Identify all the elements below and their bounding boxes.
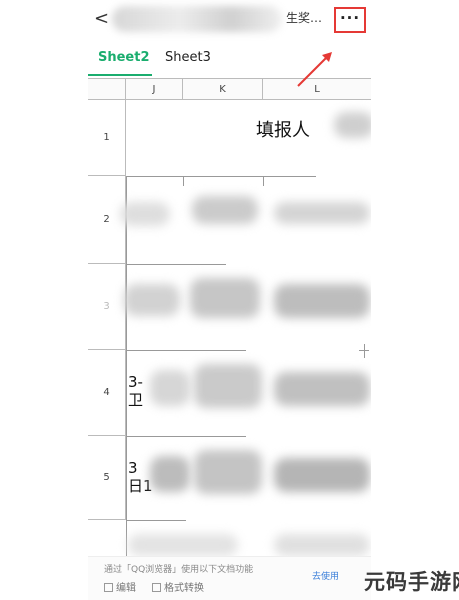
blurred-cell xyxy=(274,534,370,556)
blurred-cell xyxy=(194,364,262,408)
row-header-5[interactable]: 5 xyxy=(88,436,126,520)
grid-line xyxy=(359,350,369,351)
grid-line xyxy=(126,520,186,521)
edit-button[interactable]: 编辑 xyxy=(104,579,136,594)
site-watermark: 元码手游网 xyxy=(356,566,459,596)
blurred-cell xyxy=(274,202,370,224)
cell-partial-text[interactable]: 日1 xyxy=(128,478,153,495)
annotation-arrow-icon xyxy=(297,52,332,87)
cell-partial-text[interactable]: 3 xyxy=(128,460,138,477)
blurred-cell xyxy=(274,372,370,406)
cell-reporter-label[interactable]: 填报人 xyxy=(256,116,310,142)
grid-line xyxy=(126,264,226,265)
sheet-grid[interactable]: J K L 1 2 3 4 5 填报人 3- 卫 3 日1 xyxy=(88,78,371,558)
grid-line xyxy=(364,344,365,358)
grid-line xyxy=(263,176,264,186)
blurred-cell xyxy=(274,458,370,492)
blurred-cell xyxy=(274,284,370,318)
grid-line xyxy=(183,176,184,186)
bottom-toolbar: 通过「QQ浏览器」使用以下文档功能 去使用 编辑 格式转换 xyxy=(88,556,371,600)
grid-line xyxy=(126,176,316,177)
grid-line xyxy=(126,176,127,556)
cell-partial-text[interactable]: 3- xyxy=(128,374,143,391)
column-header-j[interactable]: J xyxy=(126,79,183,100)
tab-sheet2[interactable]: Sheet2 xyxy=(98,50,150,65)
top-bar: < 生奖… ··· xyxy=(88,0,371,38)
browser-hint-text: 通过「QQ浏览器」使用以下文档功能 xyxy=(104,565,254,575)
cell-partial-text[interactable]: 卫 xyxy=(128,392,143,409)
active-tab-indicator xyxy=(88,74,152,76)
column-header-k[interactable]: K xyxy=(183,79,263,100)
blurred-cell xyxy=(150,456,190,492)
row-header-2[interactable]: 2 xyxy=(88,176,126,264)
tab-sheet3[interactable]: Sheet3 xyxy=(165,50,211,65)
row-header-4[interactable]: 4 xyxy=(88,350,126,436)
format-convert-button[interactable]: 格式转换 xyxy=(152,579,204,594)
edit-label: 编辑 xyxy=(116,583,136,594)
blurred-cell xyxy=(334,112,371,138)
edit-icon xyxy=(104,583,113,592)
blurred-cell xyxy=(124,284,180,316)
blurred-cell xyxy=(150,370,190,406)
blurred-cell xyxy=(190,278,260,318)
corner-cell xyxy=(88,79,126,100)
grid-line xyxy=(126,350,246,351)
blurred-cell xyxy=(128,534,238,556)
file-title-tail: 生奖… xyxy=(286,11,323,25)
row-header-3[interactable]: 3 xyxy=(88,264,126,350)
convert-icon xyxy=(152,583,161,592)
blurred-cell xyxy=(194,450,262,494)
format-convert-label: 格式转换 xyxy=(164,583,204,594)
blurred-cell xyxy=(120,202,170,226)
blurred-file-title xyxy=(112,6,282,32)
grid-line xyxy=(126,436,246,437)
more-options-button[interactable]: ··· xyxy=(334,7,366,33)
watermark-text: 元码手游网 xyxy=(364,570,459,594)
back-arrow-icon[interactable]: < xyxy=(94,8,112,30)
go-use-link[interactable]: 去使用 xyxy=(312,569,339,582)
row-header-1[interactable]: 1 xyxy=(88,100,126,176)
blurred-cell xyxy=(192,196,258,224)
